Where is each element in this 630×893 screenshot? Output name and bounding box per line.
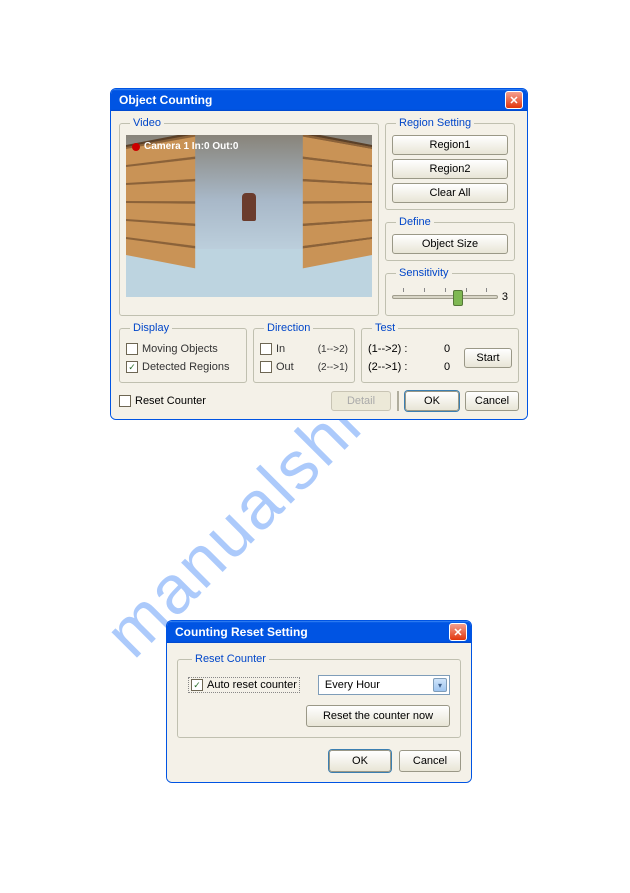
close-button[interactable]: ✕ — [505, 91, 523, 109]
separator — [397, 391, 399, 411]
sensitivity-slider[interactable] — [392, 295, 498, 299]
test-row-2: (2-->1) : 0 — [368, 358, 458, 376]
test-1to2-value: 0 — [436, 343, 458, 355]
dialog-body: Video Camera 1 In:0 Out:0 Region Setting… — [111, 111, 527, 419]
dialog2-footer: OK Cancel — [177, 750, 461, 772]
test-legend: Test — [372, 322, 398, 334]
direction-out-row: Out (2-->1) — [260, 358, 348, 376]
reset-now-button[interactable]: Reset the counter now — [306, 705, 450, 727]
in-checkbox[interactable] — [260, 343, 272, 355]
dialog-body: Reset Counter ✓ Auto reset counter Every… — [167, 643, 471, 782]
in-arrow: (1-->2) — [318, 344, 348, 355]
sensitivity-legend: Sensitivity — [396, 267, 452, 279]
reset-inner-row: ✓ Auto reset counter Every Hour ▾ — [188, 675, 450, 695]
test-1to2-label: (1-->2) : — [368, 343, 432, 355]
clear-all-button[interactable]: Clear All — [392, 183, 508, 203]
right-column: Region Setting Region1 Region2 Clear All… — [385, 117, 515, 316]
direction-legend: Direction — [264, 322, 313, 334]
sensitivity-value: 3 — [502, 291, 508, 303]
counting-reset-dialog: Counting Reset Setting ✕ Reset Counter ✓… — [166, 620, 472, 783]
close-button[interactable]: ✕ — [449, 623, 467, 641]
sensitivity-group: Sensitivity 3 — [385, 267, 515, 316]
direction-group: Direction In (1-->2) Out (2-->1) — [253, 322, 355, 383]
detected-regions-label: Detected Regions — [142, 361, 229, 373]
auto-reset-wrap: ✓ Auto reset counter — [188, 677, 300, 693]
auto-reset-label: Auto reset counter — [207, 679, 297, 691]
video-shelf-right — [303, 135, 372, 268]
reset-counter-legend: Reset Counter — [192, 653, 269, 665]
object-counting-dialog: Object Counting ✕ Video Camera 1 In:0 Ou… — [110, 88, 528, 420]
direction-in-row: In (1-->2) — [260, 340, 348, 358]
video-overlay: Camera 1 In:0 Out:0 — [132, 141, 238, 152]
titlebar[interactable]: Object Counting ✕ — [111, 89, 527, 111]
camera-label: Camera 1 In:0 Out:0 — [144, 141, 238, 152]
reset-counter-checkbox[interactable] — [119, 395, 131, 407]
auto-reset-checkbox[interactable]: ✓ — [191, 679, 203, 691]
test-group: Test (1-->2) : 0 (2-->1) : 0 Start — [361, 322, 519, 383]
footer-row: Reset Counter Detail OK Cancel — [119, 391, 519, 411]
dialog-title: Object Counting — [119, 93, 505, 107]
object-size-button[interactable]: Object Size — [392, 234, 508, 254]
ok-button[interactable]: OK — [405, 391, 459, 411]
out-arrow: (2-->1) — [318, 362, 348, 373]
ok-button[interactable]: OK — [329, 750, 391, 772]
interval-select[interactable]: Every Hour ▾ — [318, 675, 450, 695]
video-legend: Video — [130, 117, 164, 129]
video-preview[interactable]: Camera 1 In:0 Out:0 — [126, 135, 372, 297]
video-person — [242, 193, 256, 221]
detail-button: Detail — [331, 391, 391, 411]
titlebar[interactable]: Counting Reset Setting ✕ — [167, 621, 471, 643]
detected-regions-checkbox[interactable]: ✓ — [126, 361, 138, 373]
reset-counter-group: Reset Counter ✓ Auto reset counter Every… — [177, 653, 461, 738]
out-checkbox[interactable] — [260, 361, 272, 373]
start-button[interactable]: Start — [464, 348, 512, 368]
record-icon — [132, 143, 140, 151]
sensitivity-slider-wrap: 3 — [392, 285, 508, 309]
cancel-button[interactable]: Cancel — [399, 750, 461, 772]
cancel-button[interactable]: Cancel — [465, 391, 519, 411]
reset-counter-wrap: Reset Counter — [119, 395, 325, 407]
region-setting-group: Region Setting Region1 Region2 Clear All — [385, 117, 515, 210]
dialog-title: Counting Reset Setting — [175, 625, 449, 639]
close-icon: ✕ — [509, 94, 518, 107]
region-legend: Region Setting — [396, 117, 474, 129]
region2-button[interactable]: Region2 — [392, 159, 508, 179]
video-shelf-left — [126, 135, 195, 268]
reset-counter-label: Reset Counter — [135, 395, 206, 407]
define-legend: Define — [396, 216, 434, 228]
moving-objects-checkbox[interactable] — [126, 343, 138, 355]
moving-objects-label: Moving Objects — [142, 343, 218, 355]
video-group: Video Camera 1 In:0 Out:0 — [119, 117, 379, 316]
test-2to1-label: (2-->1) : — [368, 361, 432, 373]
close-icon: ✕ — [453, 626, 462, 639]
slider-thumb[interactable] — [453, 290, 463, 306]
region1-button[interactable]: Region1 — [392, 135, 508, 155]
out-label: Out — [276, 361, 314, 373]
display-legend: Display — [130, 322, 172, 334]
moving-objects-row: Moving Objects — [126, 340, 240, 358]
define-group: Define Object Size — [385, 216, 515, 261]
test-2to1-value: 0 — [436, 361, 458, 373]
interval-value: Every Hour — [325, 679, 380, 691]
test-row-1: (1-->2) : 0 — [368, 340, 458, 358]
bottom-row: Display Moving Objects ✓ Detected Region… — [119, 322, 519, 383]
in-label: In — [276, 343, 314, 355]
detected-regions-row: ✓ Detected Regions — [126, 358, 240, 376]
chevron-down-icon: ▾ — [433, 678, 447, 692]
display-group: Display Moving Objects ✓ Detected Region… — [119, 322, 247, 383]
